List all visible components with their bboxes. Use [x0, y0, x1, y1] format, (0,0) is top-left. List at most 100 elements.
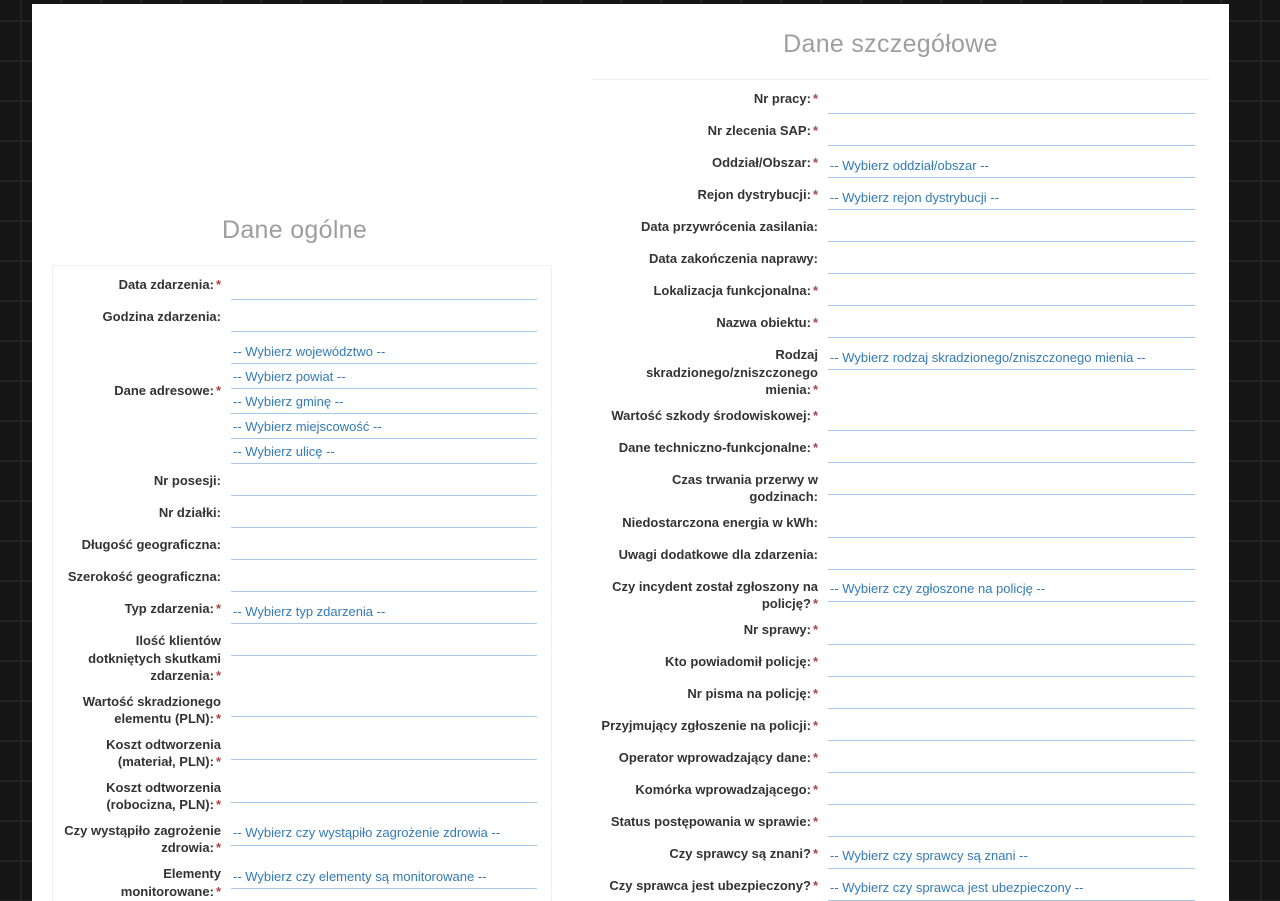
form-details: Nr pracy:* Nr zlecenia SAP:* Oddział/Obs… — [592, 79, 1209, 901]
label-data-zdarzenia: Data zdarzenia:* — [61, 276, 231, 294]
input-kto-powiadomil[interactable] — [828, 653, 1195, 677]
select-zgloszono-policja[interactable] — [828, 578, 1195, 602]
form-general: Data zdarzenia:* Godzina zdarzenia: Dane… — [52, 265, 552, 901]
input-nr-pracy[interactable] — [828, 90, 1195, 114]
input-nr-sap[interactable] — [828, 122, 1195, 146]
label-nr-sprawy: Nr sprawy:* — [600, 621, 828, 639]
input-wartosc-skradzionego[interactable] — [231, 693, 537, 717]
select-sprawca-ubezp[interactable] — [828, 877, 1195, 901]
input-status[interactable] — [828, 813, 1195, 837]
label-data-zakonczenia: Data zakończenia naprawy: — [600, 250, 828, 268]
input-ilosc-klientow[interactable] — [231, 632, 537, 656]
label-nr-sap: Nr zlecenia SAP:* — [600, 122, 828, 140]
input-czas-przerwy[interactable] — [828, 471, 1195, 495]
section-title-details: Dane szczegółowe — [592, 18, 1229, 79]
label-komorka: Komórka wprowadzającego:* — [600, 781, 828, 799]
row-zagrozenie: Czy wystąpiło zagrożenie zdrowia:* — [61, 818, 543, 861]
label-godzina-zdarzenia: Godzina zdarzenia: — [61, 308, 231, 326]
label-przyjmujacy: Przyjmujący zgłoszenie na policji:* — [600, 717, 828, 735]
input-koszt-robocizna[interactable] — [231, 779, 537, 803]
main-panel: Dane ogólne Data zdarzenia:* Godzina zda… — [32, 4, 1229, 901]
input-nazwa-obiektu[interactable] — [828, 314, 1195, 338]
row-monitorowane: Elementy monitorowane:* — [61, 861, 543, 901]
input-koszt-material[interactable] — [231, 736, 537, 760]
row-koszt-material: Koszt odtworzenia (materiał, PLN):* — [61, 732, 543, 775]
label-data-przywrocenia: Data przywrócenia zasilania: — [600, 218, 828, 236]
row-dlugosc-geo: Długość geograficzna: — [61, 532, 543, 564]
input-dlugosc-geo[interactable] — [231, 536, 537, 560]
select-wojewodztwo[interactable] — [231, 340, 537, 364]
label-uwagi: Uwagi dodatkowe dla zdarzenia: — [600, 546, 828, 564]
input-komorka[interactable] — [828, 781, 1195, 805]
label-energia-kwh: Niedostarczona energia w kWh: — [600, 514, 828, 532]
select-typ-zdarzenia[interactable] — [231, 600, 537, 624]
label-dane-adresowe: Dane adresowe:* — [61, 340, 231, 400]
label-koszt-robocizna: Koszt odtworzenia (robocizna, PLN):* — [61, 779, 231, 814]
label-lokalizacja: Lokalizacja funkcjonalna:* — [600, 282, 828, 300]
label-rejon: Rejon dystrybucji:* — [600, 186, 828, 204]
row-nr-posesji: Nr posesji: — [61, 468, 543, 500]
select-gmina[interactable] — [231, 390, 537, 414]
row-dane-adresowe: Dane adresowe:* — [61, 336, 543, 468]
row-godzina-zdarzenia: Godzina zdarzenia: — [61, 304, 543, 336]
label-koszt-material: Koszt odtworzenia (materiał, PLN):* — [61, 736, 231, 771]
row-wartosc-skradzionego: Wartość skradzionego elementu (PLN):* — [61, 689, 543, 732]
label-nr-pracy: Nr pracy:* — [600, 90, 828, 108]
input-nr-sprawy[interactable] — [828, 621, 1195, 645]
select-rodzaj-mienia[interactable] — [828, 346, 1195, 370]
label-oddzial: Oddział/Obszar:* — [600, 154, 828, 172]
input-nr-dzialki[interactable] — [231, 504, 537, 528]
input-przyjmujacy[interactable] — [828, 717, 1195, 741]
input-energia-kwh[interactable] — [828, 514, 1195, 538]
select-sprawcy-znani[interactable] — [828, 845, 1195, 869]
input-operator[interactable] — [828, 749, 1195, 773]
label-nazwa-obiektu: Nazwa obiektu:* — [600, 314, 828, 332]
input-data-zdarzenia[interactable] — [231, 276, 537, 300]
row-data-zdarzenia: Data zdarzenia:* — [61, 272, 543, 304]
row-szerokosc-geo: Szerokość geograficzna: — [61, 564, 543, 596]
label-czas-przerwy: Czas trwania przerwy w godzinach: — [600, 471, 828, 506]
select-rejon[interactable] — [828, 186, 1195, 210]
label-typ-zdarzenia: Typ zdarzenia:* — [61, 600, 231, 618]
row-nr-dzialki: Nr działki: — [61, 500, 543, 532]
row-ilosc-klientow: Ilość klientów dotkniętych skutkami zdar… — [61, 628, 543, 689]
label-status: Status postępowania w sprawie:* — [600, 813, 828, 831]
input-dane-tech[interactable] — [828, 439, 1195, 463]
label-kto-powiadomil: Kto powiadomił policję:* — [600, 653, 828, 671]
select-powiat[interactable] — [231, 365, 537, 389]
input-szerokosc-geo[interactable] — [231, 568, 537, 592]
label-szerokosc-geo: Szerokość geograficzna: — [61, 568, 231, 586]
input-lokalizacja[interactable] — [828, 282, 1195, 306]
label-ilosc-klientow: Ilość klientów dotkniętych skutkami zdar… — [61, 632, 231, 685]
label-nr-dzialki: Nr działki: — [61, 504, 231, 522]
row-koszt-robocizna: Koszt odtworzenia (robocizna, PLN):* — [61, 775, 543, 818]
label-zagrozenie: Czy wystąpiło zagrożenie zdrowia:* — [61, 822, 231, 857]
label-rodzaj-mienia: Rodzaj skradzionego/zniszczonego mienia:… — [600, 346, 828, 399]
select-miejscowosc[interactable] — [231, 415, 537, 439]
label-operator: Operator wprowadzający dane:* — [600, 749, 828, 767]
select-ulica[interactable] — [231, 440, 537, 464]
select-monitorowane[interactable] — [231, 865, 537, 889]
select-oddzial[interactable] — [828, 154, 1195, 178]
input-nr-posesji[interactable] — [231, 472, 537, 496]
row-typ-zdarzenia: Typ zdarzenia:* — [61, 596, 543, 628]
label-zgloszono-policja: Czy incydent został zgłoszony na policję… — [600, 578, 828, 613]
label-nr-posesji: Nr posesji: — [61, 472, 231, 490]
label-sprawca-ubezp: Czy sprawca jest ubezpieczony?* — [600, 877, 828, 895]
input-data-zakonczenia[interactable] — [828, 250, 1195, 274]
section-title-general: Dane ogólne — [32, 204, 592, 265]
section-details: Dane szczegółowe Nr pracy:* Nr zlecenia … — [592, 4, 1229, 901]
label-dlugosc-geo: Długość geograficzna: — [61, 536, 231, 554]
label-wartosc-skradzionego: Wartość skradzionego elementu (PLN):* — [61, 693, 231, 728]
select-zagrozenie[interactable] — [231, 822, 537, 846]
input-data-przywrocenia[interactable] — [828, 218, 1195, 242]
input-wartosc-szkody[interactable] — [828, 407, 1195, 431]
section-general: Dane ogólne Data zdarzenia:* Godzina zda… — [32, 4, 592, 901]
label-dane-tech: Dane techniczno-funkcjonalne:* — [600, 439, 828, 457]
input-uwagi[interactable] — [828, 546, 1195, 570]
label-wartosc-szkody: Wartość szkody środowiskowej:* — [600, 407, 828, 425]
label-nr-pisma: Nr pisma na policję:* — [600, 685, 828, 703]
input-nr-pisma[interactable] — [828, 685, 1195, 709]
label-monitorowane: Elementy monitorowane:* — [61, 865, 231, 900]
input-godzina-zdarzenia[interactable] — [231, 308, 537, 332]
